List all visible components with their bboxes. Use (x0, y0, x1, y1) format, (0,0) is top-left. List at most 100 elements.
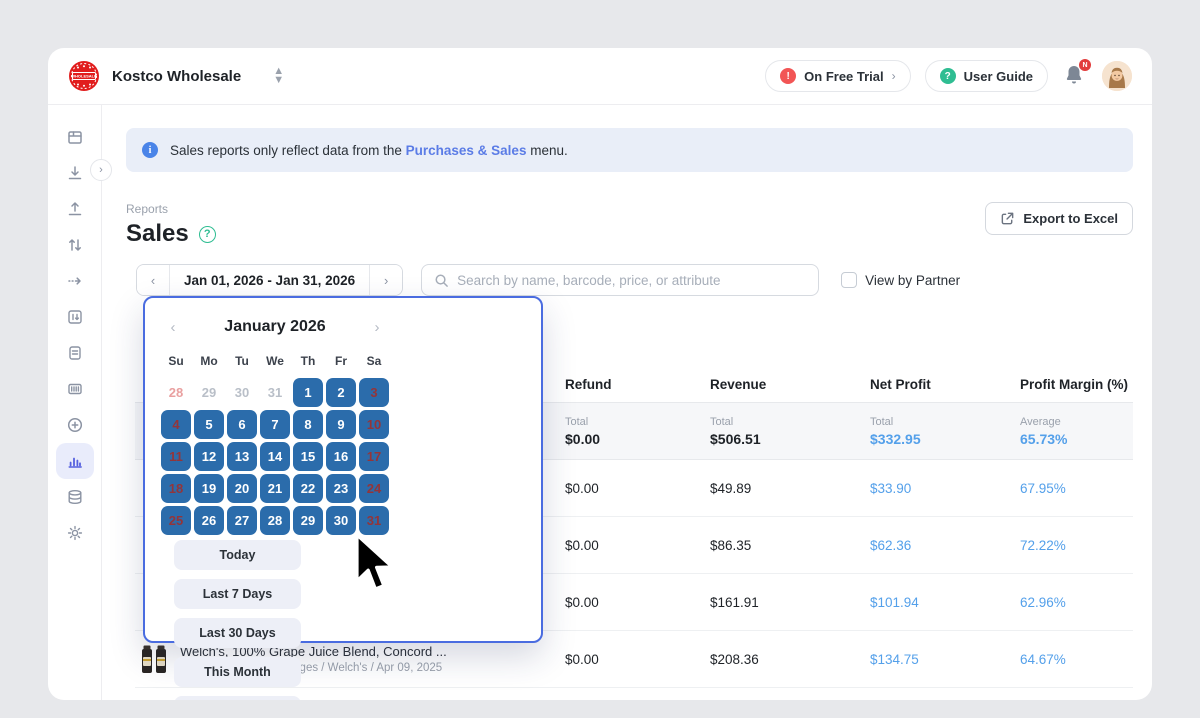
calendar-day[interactable]: 13 (227, 442, 257, 471)
calendar-day[interactable]: 24 (359, 474, 389, 503)
free-trial-label: On Free Trial (804, 69, 883, 84)
product-image (140, 643, 168, 675)
search-box (421, 264, 819, 296)
calendar-day[interactable]: 17 (359, 442, 389, 471)
export-icon (1000, 211, 1015, 226)
date-picker-popup: ‹ January 2026 › SuMoTuWeThFrSa 28293031… (143, 296, 543, 643)
calendar-day[interactable]: 18 (161, 474, 191, 503)
column-net-profit: Net Profit (870, 377, 1020, 392)
info-icon: i (142, 142, 158, 158)
document-icon[interactable] (56, 335, 94, 371)
calendar-day[interactable]: 31 (260, 378, 290, 407)
top-bar: WHOLESALE Kostco Wholesale ▲▼ ! On Free … (48, 48, 1152, 105)
calendar-day[interactable]: 19 (194, 474, 224, 503)
calendar-day[interactable]: 5 (194, 410, 224, 439)
total-revenue: $506.51 (710, 431, 870, 447)
prev-period-button[interactable]: ‹ (137, 265, 170, 295)
calendar-day[interactable]: 16 (326, 442, 356, 471)
barcode-icon[interactable] (56, 371, 94, 407)
calendar-day[interactable]: 25 (161, 506, 191, 535)
search-input[interactable] (457, 273, 806, 288)
database-icon[interactable] (56, 479, 94, 515)
calendar-day[interactable]: 31 (359, 506, 389, 535)
sidebar: › (48, 105, 102, 700)
calendar-day[interactable]: 9 (326, 410, 356, 439)
download-icon[interactable] (56, 155, 94, 191)
calendar-day[interactable]: 30 (326, 506, 356, 535)
calendar-day[interactable]: 8 (293, 410, 323, 439)
question-icon: ? (940, 68, 956, 84)
calendar-day[interactable]: 30 (227, 378, 257, 407)
calendar-prev-month-button[interactable]: ‹ (161, 319, 185, 336)
sort-panel-icon[interactable] (56, 299, 94, 335)
view-by-partner-checkbox[interactable] (841, 272, 857, 288)
date-range-label[interactable]: Jan 01, 2026 - Jan 31, 2026 (170, 265, 369, 295)
calendar-day[interactable]: 3 (359, 378, 389, 407)
calendar-day[interactable]: 26 (194, 506, 224, 535)
calendar-day[interactable]: 1 (293, 378, 323, 407)
user-avatar[interactable] (1102, 61, 1132, 91)
gear-icon[interactable] (56, 515, 94, 551)
quick-range-button[interactable]: Today (174, 540, 301, 570)
export-to-excel-button[interactable]: Export to Excel (985, 202, 1133, 235)
free-trial-badge[interactable]: ! On Free Trial › (765, 60, 910, 92)
calendar-day[interactable]: 15 (293, 442, 323, 471)
weekday-label: Th (293, 354, 323, 368)
calendar-day[interactable]: 10 (359, 410, 389, 439)
banner-text: Sales reports only reflect data from the… (170, 143, 568, 158)
calendar-month-label: January 2026 (185, 318, 365, 336)
column-revenue: Revenue (710, 377, 870, 392)
calendar-day[interactable]: 12 (194, 442, 224, 471)
page-title: Sales (126, 220, 189, 248)
box-icon[interactable] (56, 119, 94, 155)
svg-text:WHOLESALE: WHOLESALE (71, 74, 97, 79)
calendar-day[interactable]: 29 (194, 378, 224, 407)
date-range-picker: ‹ Jan 01, 2026 - Jan 31, 2026 › (136, 264, 403, 296)
company-select-chevrons-icon[interactable]: ▲▼ (273, 67, 284, 85)
notifications-bell-icon[interactable]: N (1062, 63, 1088, 89)
next-period-button[interactable]: › (369, 265, 402, 295)
calendar-day[interactable]: 22 (293, 474, 323, 503)
quick-range-button[interactable]: Last Week (174, 696, 301, 700)
calendar-next-month-button[interactable]: › (365, 319, 389, 336)
calendar-day[interactable]: 28 (260, 506, 290, 535)
calendar-day[interactable]: 29 (293, 506, 323, 535)
search-icon (434, 273, 449, 288)
bar-chart-icon[interactable] (56, 443, 94, 479)
quick-range-button[interactable]: Last 30 Days (174, 618, 301, 648)
calendar-day[interactable]: 20 (227, 474, 257, 503)
total-refund: $0.00 (565, 431, 710, 447)
quick-range-button[interactable]: This Month (174, 657, 301, 687)
sidebar-expand-button[interactable]: › (90, 159, 112, 181)
calendar-day[interactable]: 7 (260, 410, 290, 439)
calendar-day[interactable]: 27 (227, 506, 257, 535)
arrow-dashed-icon[interactable] (56, 263, 94, 299)
plus-circle-icon[interactable] (56, 407, 94, 443)
column-profit-margin: Profit Margin (%) (1020, 377, 1133, 392)
company-name: Kostco Wholesale (112, 68, 241, 85)
breadcrumb: Reports (126, 202, 216, 216)
calendar-day[interactable]: 28 (161, 378, 191, 407)
arrows-transfer-icon[interactable] (56, 227, 94, 263)
company-switcher[interactable]: WHOLESALE Kostco Wholesale ▲▼ (68, 60, 284, 92)
weekday-label: Tu (227, 354, 257, 368)
user-guide-button[interactable]: ? User Guide (925, 60, 1048, 92)
quick-ranges: Today Last 7 Days Last 30 Days This Month La… (174, 535, 301, 700)
weekday-label: We (260, 354, 290, 368)
upload-icon[interactable] (56, 191, 94, 227)
calendar-day[interactable]: 2 (326, 378, 356, 407)
calendar-day[interactable]: 11 (161, 442, 191, 471)
purchases-sales-link[interactable]: Purchases & Sales (406, 143, 527, 158)
calendar-day[interactable]: 4 (161, 410, 191, 439)
calendar-day[interactable]: 6 (227, 410, 257, 439)
help-icon[interactable]: ? (199, 226, 216, 243)
calendar-day[interactable]: 14 (260, 442, 290, 471)
calendar-day[interactable]: 21 (260, 474, 290, 503)
weekday-label: Su (161, 354, 191, 368)
app-window: WHOLESALE Kostco Wholesale ▲▼ ! On Free … (48, 48, 1152, 700)
view-by-partner-toggle[interactable]: View by Partner (841, 272, 960, 288)
view-by-partner-label: View by Partner (865, 273, 960, 288)
calendar-day[interactable]: 23 (326, 474, 356, 503)
quick-range-button[interactable]: Last 7 Days (174, 579, 301, 609)
calendar-weekdays: SuMoTuWeThFrSa (161, 354, 389, 368)
